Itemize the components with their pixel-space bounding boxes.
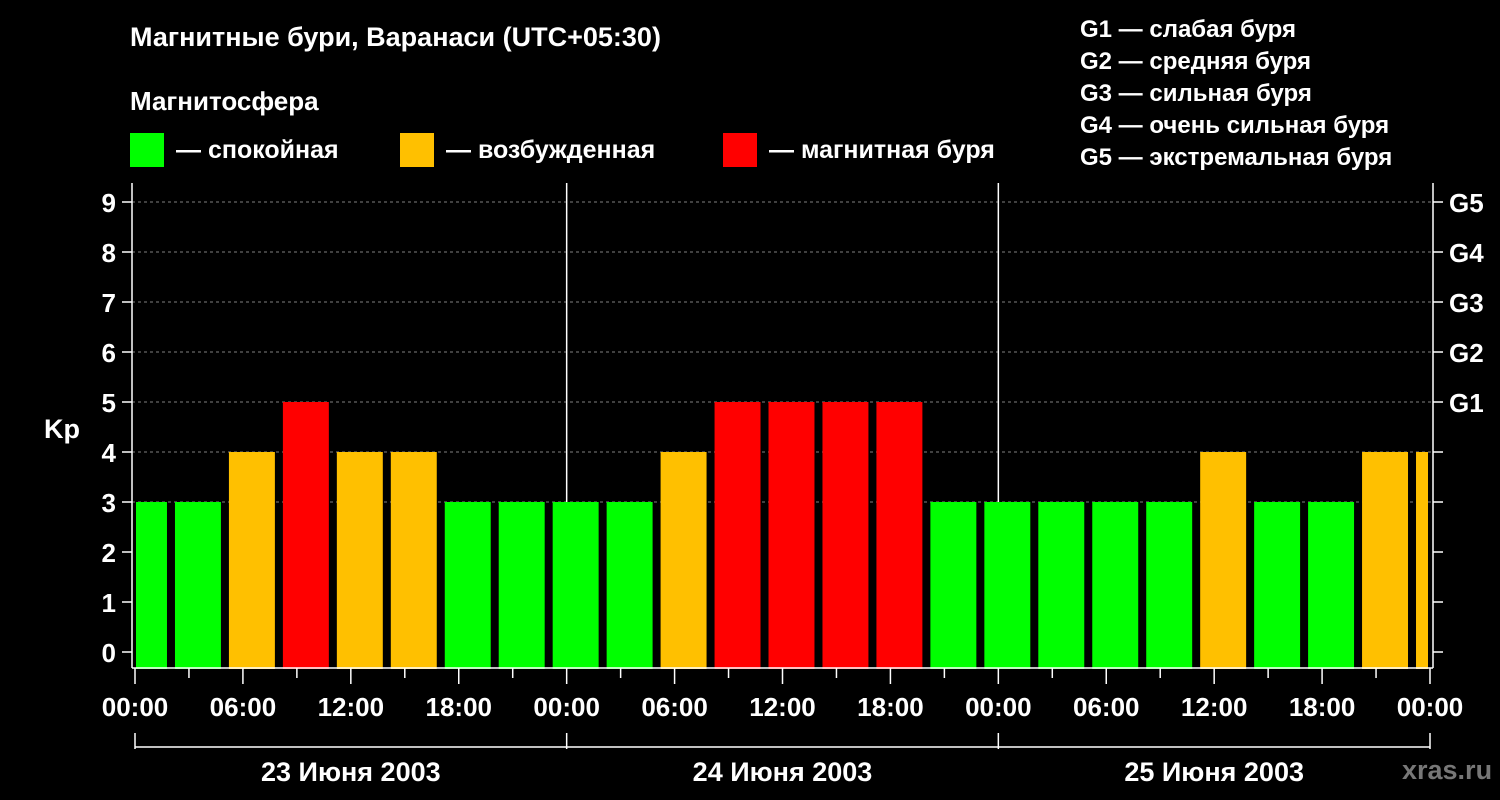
x-tick-label: 06:00 <box>1073 692 1140 722</box>
kp-bar <box>660 452 707 669</box>
kp-bar <box>984 502 1031 669</box>
kp-bar <box>1200 452 1247 669</box>
y-tick-label: 0 <box>102 638 116 668</box>
kp-bar <box>876 402 923 669</box>
y-tick-label: 1 <box>102 588 116 618</box>
y-tick-label: 8 <box>102 238 116 268</box>
kp-bar <box>1092 502 1139 669</box>
x-tick-label: 18:00 <box>1289 692 1356 722</box>
g-level-tick-label: G4 <box>1449 238 1484 268</box>
kp-bar <box>768 402 815 669</box>
y-tick-label: 6 <box>102 338 116 368</box>
x-tick-label: 00:00 <box>102 692 169 722</box>
y-tick-label: 2 <box>102 538 116 568</box>
kp-bar <box>228 452 275 669</box>
g-level-tick-label: G1 <box>1449 388 1484 418</box>
kp-bar <box>1362 452 1409 669</box>
kp-bar <box>498 502 545 669</box>
kp-bar <box>822 402 869 669</box>
kp-bar <box>1038 502 1085 669</box>
y-axis-label: Kp <box>44 414 80 444</box>
day-label: 23 Июня 2003 <box>261 757 441 787</box>
g-level-tick-label: G5 <box>1449 188 1484 218</box>
kp-bar <box>336 452 383 669</box>
x-tick-label: 12:00 <box>749 692 816 722</box>
kp-bar <box>282 402 329 669</box>
day-label: 25 Июня 2003 <box>1124 757 1304 787</box>
x-tick-label: 18:00 <box>857 692 924 722</box>
watermark: xras.ru <box>1402 755 1493 785</box>
x-tick-label: 06:00 <box>210 692 277 722</box>
x-tick-label: 00:00 <box>965 692 1032 722</box>
kp-bar <box>1146 502 1193 669</box>
y-tick-label: 3 <box>102 488 116 518</box>
g-level-tick-label: G3 <box>1449 288 1484 318</box>
kp-bar <box>1254 502 1301 669</box>
kp-bar-chart: 0 1 2 3 4 5 6 7 8 9 G1 G2 G3 G4 G5 Kp 00:00 06:00 12:00 18:… <box>44 183 1484 787</box>
x-tick-label: 06:00 <box>641 692 708 722</box>
x-tick-label: 00:00 <box>533 692 600 722</box>
kp-bar <box>1308 502 1355 669</box>
x-tick-label: 00:00 <box>1397 692 1464 722</box>
kp-bar <box>606 502 653 669</box>
y-tick-label: 5 <box>102 388 116 418</box>
kp-bar <box>552 502 599 669</box>
x-tick-label: 18:00 <box>426 692 493 722</box>
y-tick-label: 4 <box>102 438 117 468</box>
kp-bar <box>1416 452 1428 669</box>
day-label: 24 Июня 2003 <box>693 757 873 787</box>
kp-bar <box>136 502 167 669</box>
kp-bar <box>174 502 221 669</box>
kp-bar <box>390 452 437 669</box>
kp-bar <box>444 502 491 669</box>
x-tick-label: 12:00 <box>318 692 385 722</box>
g-level-tick-label: G2 <box>1449 338 1484 368</box>
x-tick-label: 12:00 <box>1181 692 1248 722</box>
kp-bar <box>714 402 761 669</box>
kp-bar <box>930 502 977 669</box>
y-tick-label: 7 <box>102 288 116 318</box>
y-tick-label: 9 <box>102 188 116 218</box>
